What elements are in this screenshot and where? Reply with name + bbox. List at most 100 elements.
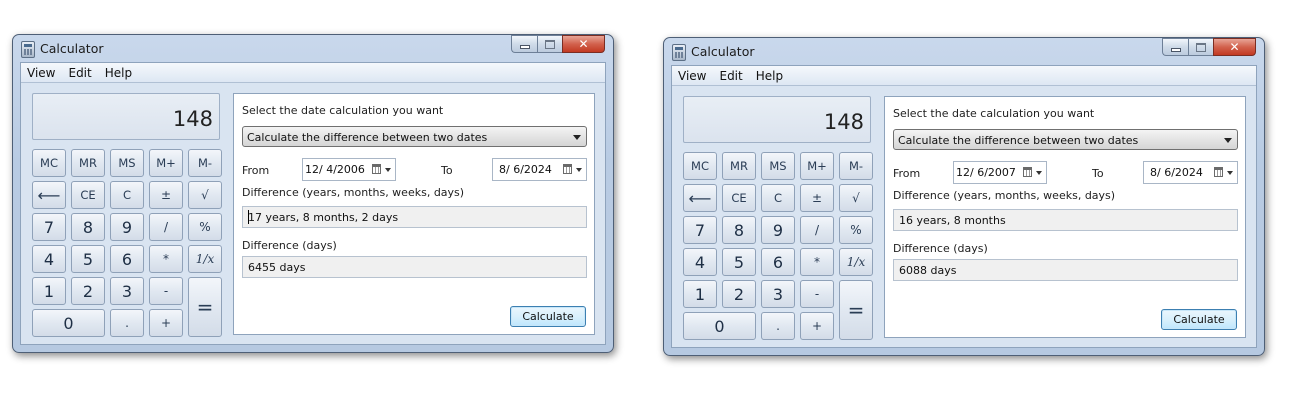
- key-equals[interactable]: =: [839, 280, 873, 340]
- title-bar[interactable]: Calculator ✕: [13, 35, 613, 61]
- chevron-down-icon: [573, 135, 581, 140]
- from-date-picker[interactable]: 12/ 4/2006: [302, 158, 396, 181]
- key-4[interactable]: 4: [683, 248, 717, 276]
- to-date-value: 8/ 6/2024: [1150, 166, 1203, 179]
- key-multiply[interactable]: *: [149, 245, 183, 273]
- difference-days-field[interactable]: 6455 days: [242, 256, 587, 278]
- key-plus-minus[interactable]: ±: [149, 181, 183, 209]
- key-mr[interactable]: MR: [71, 149, 105, 177]
- key-9[interactable]: 9: [110, 213, 144, 241]
- from-label: From: [893, 167, 921, 180]
- key-0[interactable]: 0: [32, 309, 105, 337]
- key-8[interactable]: 8: [722, 216, 756, 244]
- menu-edit[interactable]: Edit: [68, 66, 91, 80]
- key-m-minus[interactable]: M-: [839, 152, 873, 180]
- maximize-icon: [1196, 42, 1206, 52]
- maximize-button[interactable]: [1188, 38, 1213, 56]
- key-decimal[interactable]: .: [110, 309, 144, 337]
- key-6[interactable]: 6: [761, 248, 795, 276]
- calculate-button[interactable]: Calculate: [1161, 309, 1237, 330]
- key-m-plus[interactable]: M+: [800, 152, 834, 180]
- key-ce[interactable]: CE: [722, 184, 756, 212]
- key-8[interactable]: 8: [71, 213, 105, 241]
- close-button[interactable]: ✕: [1213, 38, 1256, 56]
- close-icon: ✕: [1229, 40, 1240, 54]
- date-calc-prompt: Select the date calculation you want: [242, 104, 444, 117]
- key-percent[interactable]: %: [188, 213, 222, 241]
- menu-view[interactable]: View: [27, 66, 55, 80]
- key-ms[interactable]: MS: [110, 149, 144, 177]
- chevron-down-icon: [1036, 171, 1042, 175]
- key-equals[interactable]: =: [188, 277, 222, 337]
- key-6[interactable]: 6: [110, 245, 144, 273]
- key-5[interactable]: 5: [722, 248, 756, 276]
- key-3[interactable]: 3: [110, 277, 144, 305]
- key-2[interactable]: 2: [722, 280, 756, 308]
- maximize-button[interactable]: [537, 35, 562, 53]
- difference-field[interactable]: 16 years, 8 months: [893, 209, 1238, 231]
- key-decimal[interactable]: .: [761, 312, 795, 340]
- key-backspace[interactable]: ⟵: [32, 181, 66, 209]
- key-c[interactable]: C: [110, 181, 144, 209]
- title-bar[interactable]: Calculator ✕: [664, 38, 1264, 64]
- key-subtract[interactable]: -: [149, 277, 183, 305]
- difference-value: 17 years, 8 months, 2 days: [248, 211, 399, 224]
- key-3[interactable]: 3: [761, 280, 795, 308]
- key-m-minus[interactable]: M-: [188, 149, 222, 177]
- key-1[interactable]: 1: [683, 280, 717, 308]
- key-reciprocal[interactable]: 1/x: [188, 245, 222, 273]
- from-label: From: [242, 164, 270, 177]
- to-label: To: [1092, 167, 1104, 180]
- calendar-icon: [372, 164, 381, 174]
- key-mr[interactable]: MR: [722, 152, 756, 180]
- key-add[interactable]: +: [149, 309, 183, 337]
- date-calculation-panel: Select the date calculation you want Cal…: [233, 93, 595, 335]
- key-9[interactable]: 9: [761, 216, 795, 244]
- menu-help[interactable]: Help: [105, 66, 132, 80]
- key-ce[interactable]: CE: [71, 181, 105, 209]
- display-value: 148: [823, 110, 864, 134]
- key-divide[interactable]: /: [149, 213, 183, 241]
- key-c[interactable]: C: [761, 184, 795, 212]
- minimize-button[interactable]: [1162, 38, 1188, 56]
- from-date-picker[interactable]: 12/ 6/2007: [953, 161, 1047, 184]
- menu-edit[interactable]: Edit: [719, 69, 742, 83]
- key-percent[interactable]: %: [839, 216, 873, 244]
- key-plus-minus[interactable]: ±: [800, 184, 834, 212]
- key-7[interactable]: 7: [683, 216, 717, 244]
- difference-days-field[interactable]: 6088 days: [893, 259, 1238, 281]
- menu-help[interactable]: Help: [756, 69, 783, 83]
- difference-value: 16 years, 8 months: [899, 214, 1006, 227]
- to-date-picker[interactable]: 8/ 6/2024: [1143, 161, 1238, 184]
- maximize-icon: [545, 39, 555, 49]
- key-7[interactable]: 7: [32, 213, 66, 241]
- key-m-plus[interactable]: M+: [149, 149, 183, 177]
- to-date-value: 8/ 6/2024: [499, 163, 552, 176]
- key-sqrt[interactable]: √: [839, 184, 873, 212]
- key-ms[interactable]: MS: [761, 152, 795, 180]
- key-add[interactable]: +: [800, 312, 834, 340]
- key-divide[interactable]: /: [800, 216, 834, 244]
- key-mc[interactable]: MC: [683, 152, 717, 180]
- minimize-button[interactable]: [511, 35, 537, 53]
- key-backspace[interactable]: ⟵: [683, 184, 717, 212]
- key-4[interactable]: 4: [32, 245, 66, 273]
- calculate-button[interactable]: Calculate: [510, 306, 586, 327]
- close-button[interactable]: ✕: [562, 35, 605, 53]
- key-1[interactable]: 1: [32, 277, 66, 305]
- key-5[interactable]: 5: [71, 245, 105, 273]
- menu-view[interactable]: View: [678, 69, 706, 83]
- key-multiply[interactable]: *: [800, 248, 834, 276]
- key-sqrt[interactable]: √: [188, 181, 222, 209]
- key-reciprocal[interactable]: 1/x: [839, 248, 873, 276]
- key-2[interactable]: 2: [71, 277, 105, 305]
- difference-field[interactable]: 17 years, 8 months, 2 days: [242, 206, 587, 228]
- key-0[interactable]: 0: [683, 312, 756, 340]
- menu-bar: View Edit Help: [21, 63, 605, 83]
- to-date-picker[interactable]: 8/ 6/2024: [492, 158, 587, 181]
- date-calc-mode-select[interactable]: Calculate the difference between two dat…: [242, 126, 587, 147]
- key-subtract[interactable]: -: [800, 280, 834, 308]
- chevron-down-icon: [576, 168, 582, 172]
- key-mc[interactable]: MC: [32, 149, 66, 177]
- date-calc-mode-select[interactable]: Calculate the difference between two dat…: [893, 129, 1238, 150]
